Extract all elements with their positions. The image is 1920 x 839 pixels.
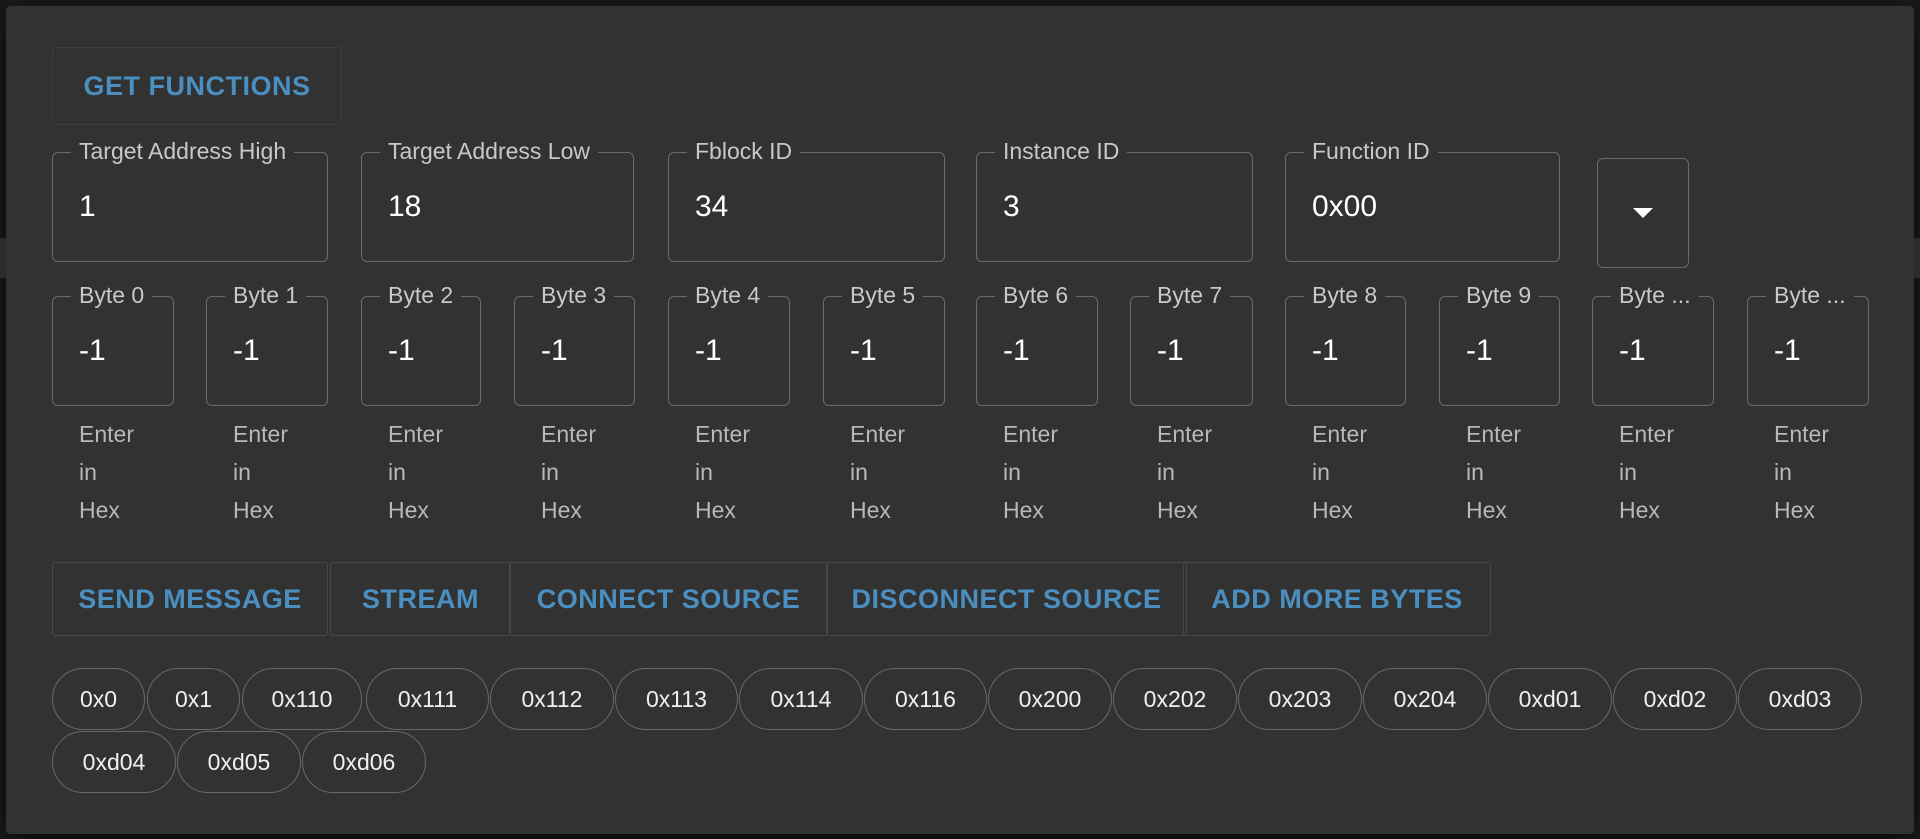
function-chip-0xd06[interactable]: 0xd06 xyxy=(302,731,426,793)
field-value: -1 xyxy=(1466,334,1493,367)
function-chip-0xd03[interactable]: 0xd03 xyxy=(1738,668,1862,730)
byte-9-helper: Enter in Hex xyxy=(1466,421,1521,523)
function-chip-0x0[interactable]: 0x0 xyxy=(52,668,145,730)
function-chip-0x204[interactable]: 0x204 xyxy=(1363,668,1487,730)
byte-10-helper: Enter in Hex xyxy=(1619,421,1674,523)
field-value: -1 xyxy=(541,334,568,367)
field-label: Target Address High xyxy=(71,138,295,165)
function-chip-0x113[interactable]: 0x113 xyxy=(615,668,738,730)
disconnect-source-button[interactable]: DISCONNECT SOURCE xyxy=(826,562,1187,636)
field-value: 0x00 xyxy=(1312,190,1378,223)
field-value: -1 xyxy=(1157,334,1184,367)
function-chip-0x200[interactable]: 0x200 xyxy=(988,668,1112,730)
byte-9-field[interactable]: Byte 9 -1 xyxy=(1439,282,1560,406)
field-value: -1 xyxy=(695,334,722,367)
byte-8-field[interactable]: Byte 8 -1 xyxy=(1285,282,1406,406)
byte-11-field[interactable]: Byte ... -1 xyxy=(1747,282,1869,406)
byte-11-helper: Enter in Hex xyxy=(1774,421,1829,523)
byte-3-field[interactable]: Byte 3 -1 xyxy=(514,282,635,406)
byte-0-helper: Enter in Hex xyxy=(79,421,134,523)
send-message-button[interactable]: SEND MESSAGE xyxy=(52,562,328,636)
field-value: 3 xyxy=(1003,190,1020,223)
add-more-bytes-button[interactable]: ADD MORE BYTES xyxy=(1183,562,1491,636)
byte-7-field[interactable]: Byte 7 -1 xyxy=(1130,282,1253,406)
byte-6-field[interactable]: Byte 6 -1 xyxy=(976,282,1098,406)
field-value: -1 xyxy=(233,334,260,367)
function-chip-0x116[interactable]: 0x116 xyxy=(864,668,987,730)
byte-0-field[interactable]: Byte 0 -1 xyxy=(52,282,174,406)
byte-10-field[interactable]: Byte ... -1 xyxy=(1592,282,1714,406)
function-id-dropdown[interactable] xyxy=(1597,158,1689,268)
field-value: 1 xyxy=(79,190,96,223)
field-value: -1 xyxy=(1312,334,1339,367)
caret-down-icon xyxy=(1633,208,1653,218)
fblock-id-field[interactable]: Fblock ID 34 xyxy=(668,138,945,262)
function-chip-0xd04[interactable]: 0xd04 xyxy=(52,731,176,793)
byte-2-helper: Enter in Hex xyxy=(388,421,443,523)
field-value: -1 xyxy=(79,334,106,367)
function-chip-0xd01[interactable]: 0xd01 xyxy=(1488,668,1612,730)
byte-5-field[interactable]: Byte 5 -1 xyxy=(823,282,945,406)
field-value: -1 xyxy=(850,334,877,367)
function-chip-0xd05[interactable]: 0xd05 xyxy=(177,731,301,793)
byte-7-helper: Enter in Hex xyxy=(1157,421,1212,523)
function-chip-0x112[interactable]: 0x112 xyxy=(490,668,614,730)
field-value: -1 xyxy=(1774,334,1801,367)
stream-button[interactable]: STREAM xyxy=(330,562,511,636)
byte-1-field[interactable]: Byte 1 -1 xyxy=(206,282,328,406)
function-chip-0x203[interactable]: 0x203 xyxy=(1238,668,1362,730)
field-value: 18 xyxy=(388,190,422,223)
byte-8-helper: Enter in Hex xyxy=(1312,421,1367,523)
field-value: 34 xyxy=(695,190,729,223)
byte-5-helper: Enter in Hex xyxy=(850,421,905,523)
field-value: -1 xyxy=(1619,334,1646,367)
function-chip-0x202[interactable]: 0x202 xyxy=(1113,668,1237,730)
field-value: -1 xyxy=(388,334,415,367)
function-chip-0x111[interactable]: 0x111 xyxy=(366,668,489,730)
target-address-high-field[interactable]: Target Address High 1 xyxy=(52,138,328,262)
function-dialog: GET FUNCTIONS Target Address High 1 Targ… xyxy=(6,6,1914,834)
byte-3-helper: Enter in Hex xyxy=(541,421,596,523)
function-chip-0xd02[interactable]: 0xd02 xyxy=(1613,668,1737,730)
byte-4-helper: Enter in Hex xyxy=(695,421,750,523)
instance-id-field[interactable]: Instance ID 3 xyxy=(976,138,1253,262)
function-id-field[interactable]: Function ID 0x00 xyxy=(1285,138,1560,262)
byte-2-field[interactable]: Byte 2 -1 xyxy=(361,282,481,406)
field-value: -1 xyxy=(1003,334,1030,367)
get-functions-button[interactable]: GET FUNCTIONS xyxy=(52,47,342,125)
target-address-low-field[interactable]: Target Address Low 18 xyxy=(361,138,634,262)
function-chip-0x1[interactable]: 0x1 xyxy=(147,668,240,730)
byte-4-field[interactable]: Byte 4 -1 xyxy=(668,282,790,406)
function-chip-0x114[interactable]: 0x114 xyxy=(739,668,863,730)
byte-1-helper: Enter in Hex xyxy=(233,421,288,523)
byte-6-helper: Enter in Hex xyxy=(1003,421,1058,523)
connect-source-button[interactable]: CONNECT SOURCE xyxy=(509,562,828,636)
function-chip-0x110[interactable]: 0x110 xyxy=(242,668,362,730)
